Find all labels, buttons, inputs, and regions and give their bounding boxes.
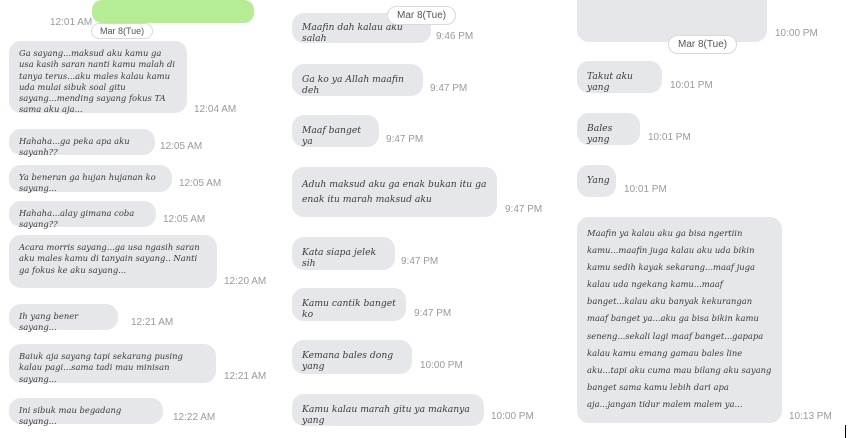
message-bubble[interactable]: Maafin ya kalau aku ga bisa ngertiin kam…	[577, 217, 782, 423]
message-bubble[interactable]: Kamu cantik banget ko	[292, 288, 406, 321]
date-chip: Mar 8(Tue)	[668, 35, 738, 54]
message-time: 10:00 PM	[775, 28, 818, 39]
message-time: 10:01 PM	[670, 80, 713, 91]
message-time: 12:22 AM	[173, 412, 216, 423]
date-chip: Mar 8(Tue)	[387, 6, 457, 25]
message-time: 12:05 AM	[160, 141, 203, 152]
message-time: 9:47 PM	[401, 256, 439, 267]
message-time: 9:47 PM	[430, 83, 468, 94]
message-time: 9:46 PM	[436, 31, 474, 42]
message-time: 10:13 PM	[789, 411, 832, 422]
scroll-edge-marker	[845, 425, 846, 438]
chat-column-3: Mar 8(Tue) 10:00 PM Takut aku yang 10:01…	[570, 0, 853, 438]
message-time: 9:47 PM	[386, 134, 424, 145]
chat-column-1: 12:01 AM Mar 8(Tue) Ga sayang...maksud a…	[0, 0, 280, 438]
message-bubble[interactable]: Hahaha...ga peka apa aku sayanh??	[9, 129, 155, 157]
message-bubble[interactable]: Ya beneran ga hujan hujanan ko sayang...	[9, 165, 172, 193]
partial-sent-bubble[interactable]	[92, 0, 254, 23]
message-bubble[interactable]: Kata siapa jelek sih	[292, 237, 395, 270]
message-time: 12:01 AM	[50, 17, 93, 28]
message-bubble[interactable]: Hahaha...alay gimana coba sayang??	[9, 201, 156, 229]
message-bubble[interactable]: Kamu kalau marah gitu ya makanya yang	[292, 394, 484, 426]
message-bubble[interactable]: Kemana bales dong yang	[292, 340, 412, 374]
message-bubble[interactable]: Bales yang	[577, 113, 640, 145]
message-time: 12:21 AM	[131, 317, 174, 328]
message-bubble[interactable]: Ih yang bener sayang...	[9, 304, 118, 332]
message-time: 12:21 AM	[224, 371, 267, 382]
message-time: 10:01 PM	[648, 132, 691, 143]
message-time: 10:00 PM	[420, 360, 463, 371]
message-time: 10:00 PM	[491, 411, 534, 422]
message-time: 12:05 AM	[179, 178, 222, 189]
message-time: 12:04 AM	[194, 104, 237, 115]
message-time: 12:20 AM	[224, 276, 267, 287]
chat-column-2: Maafin dah kalau aku salah Mar 8(Tue) 9:…	[283, 0, 568, 438]
message-bubble[interactable]: Acara morris sayang...ga usa ngasih sara…	[9, 235, 217, 288]
message-time: 12:05 AM	[163, 214, 206, 225]
message-bubble[interactable]: Yang	[577, 165, 616, 197]
message-time: 10:01 PM	[624, 184, 667, 195]
message-bubble[interactable]: Takut aku yang	[577, 61, 662, 93]
message-bubble[interactable]: Maaf banget ya	[292, 115, 379, 147]
message-bubble[interactable]: Aduh maksud aku ga enak bukan itu ga ena…	[292, 167, 497, 217]
message-bubble[interactable]: Ga ko ya Allah maafin deh	[292, 64, 423, 96]
message-bubble[interactable]: Baiuk aja sayang tapi sekarang pusing ka…	[9, 344, 216, 384]
message-time: 9:47 PM	[414, 308, 452, 319]
message-time: 9:47 PM	[505, 204, 543, 215]
message-bubble[interactable]: Ini sibuk mau begadang sayang...	[9, 398, 163, 426]
message-bubble[interactable]: Ga sayang...maksud aku kamu ga usa kasih…	[9, 41, 187, 114]
date-chip: Mar 8(Tue)	[91, 23, 154, 39]
